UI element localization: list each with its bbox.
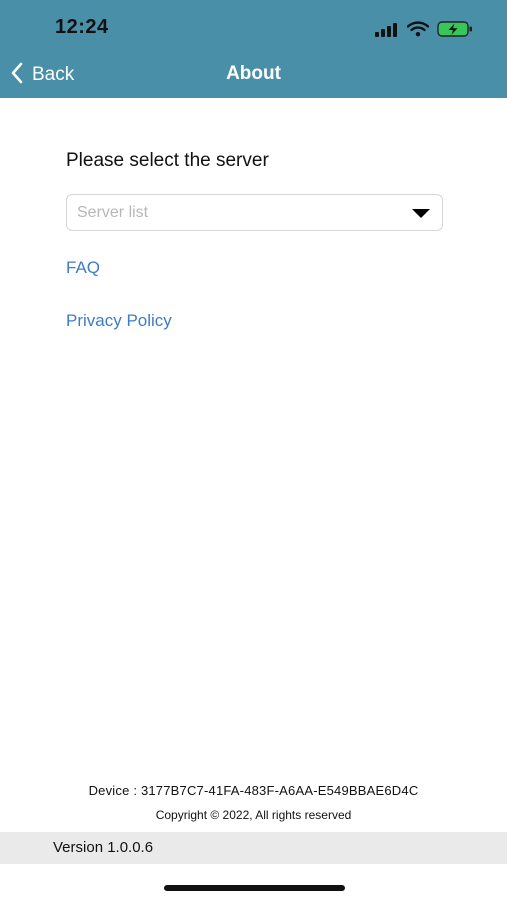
battery-charging-icon — [437, 20, 473, 38]
wifi-icon — [407, 21, 429, 37]
dropdown-arrow-icon — [412, 209, 430, 218]
status-bar: 12:24 — [0, 0, 507, 54]
page-title: About — [226, 63, 281, 84]
version-label: Version 1.0.0.6 — [53, 839, 154, 856]
home-indicator[interactable] — [164, 885, 345, 891]
server-dropdown[interactable]: Server list — [66, 194, 443, 231]
copyright-text: Copyright © 2022, All rights reserved — [155, 808, 352, 822]
server-select-prompt: Please select the server — [66, 150, 269, 171]
status-time: 12:24 — [55, 16, 109, 38]
app-header: 12:24 Back About — [0, 0, 507, 98]
status-icons — [375, 18, 473, 40]
device-id: Device : 3177B7C7-41FA-483F-A6AA-E549BBA… — [88, 783, 419, 798]
cellular-signal-icon — [375, 21, 399, 37]
version-bar: Version 1.0.0.6 — [0, 832, 507, 864]
navigation-bar: Back About — [0, 54, 507, 98]
faq-link[interactable]: FAQ — [66, 258, 100, 278]
privacy-policy-link[interactable]: Privacy Policy — [66, 311, 172, 331]
server-dropdown-placeholder: Server list — [77, 204, 149, 221]
